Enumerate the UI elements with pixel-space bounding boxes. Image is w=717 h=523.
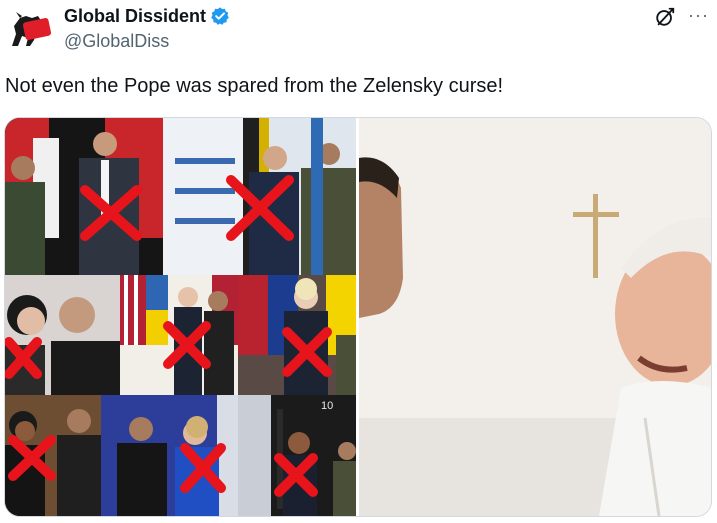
avatar[interactable] [6,6,54,54]
post-media[interactable]: 10 [4,117,712,517]
verified-badge-icon [211,7,229,25]
post-header: Global Dissident @GlobalDiss ··· [0,0,717,60]
pope-photo [359,118,711,516]
cross-mark-icon [80,185,142,241]
pope-photo-image[interactable] [359,118,711,516]
author-display-name[interactable]: Global Dissident [64,5,206,27]
cross-mark-icon [274,453,318,497]
author-name-row: Global Dissident [64,5,230,27]
cross-mark-icon [180,443,226,493]
author-handle[interactable]: @GlobalDiss [64,30,169,52]
cross-mark-icon [5,337,42,379]
cross-mark-icon [8,435,56,481]
cross-mark-icon [282,327,332,377]
more-options-icon[interactable]: ··· [688,6,709,24]
cross-mark-icon [163,321,211,369]
post-text: Not even the Pope was spared from the Ze… [5,75,504,97]
horse-logo-icon [6,6,54,54]
grok-icon[interactable] [654,6,676,28]
cross-mark-icon [226,175,294,241]
collage-image[interactable]: 10 [5,118,356,516]
red-cross-marks [5,175,332,497]
